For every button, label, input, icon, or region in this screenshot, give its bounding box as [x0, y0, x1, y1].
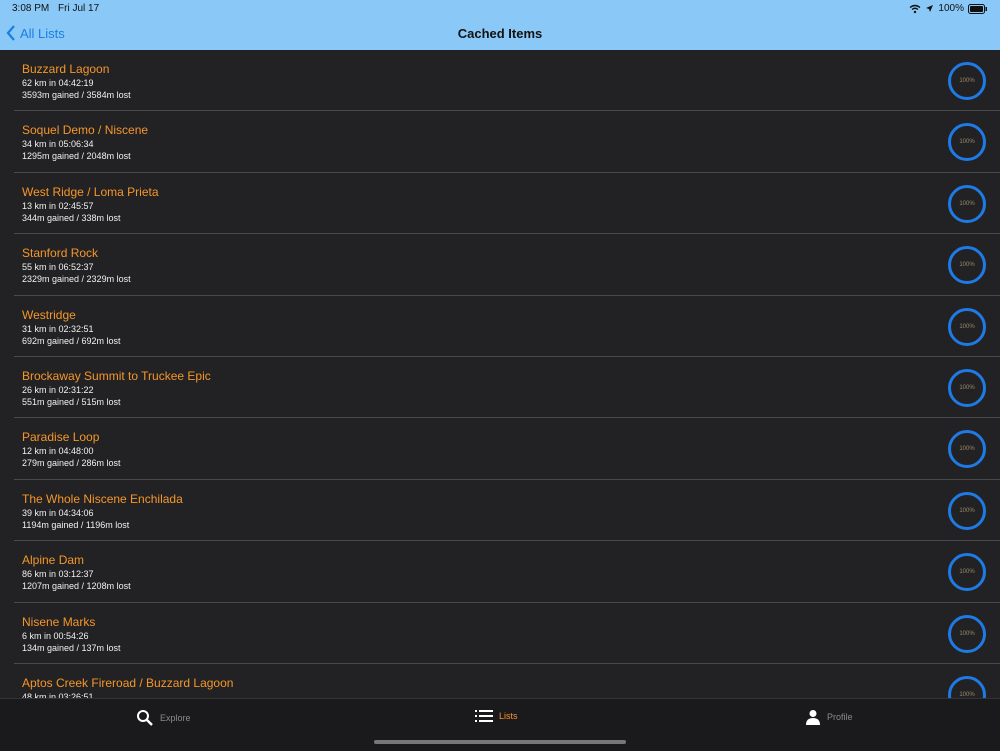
list-item[interactable]: Nisene Marks 6 km in 00:54:26 134m gained …	[14, 603, 1000, 664]
status-indicators: 100%	[909, 3, 988, 14]
download-progress-ring: 100%	[948, 675, 986, 698]
cached-items-list[interactable]: Buzzard Lagoon 62 km in 04:42:19 3593m gai…	[0, 50, 1000, 698]
list-item[interactable]: West Ridge / Loma Prieta 13 km in 02:45:5…	[14, 173, 1000, 235]
location-icon	[926, 5, 934, 12]
item-distance-time: 34 km in 05:06:34	[22, 139, 94, 150]
download-progress-ring: 100%	[948, 491, 986, 530]
item-name: Nisene Marks	[22, 614, 96, 629]
wifi-icon	[909, 4, 921, 13]
item-distance-time: 55 km in 06:52:37	[22, 262, 94, 273]
list-item[interactable]: Buzzard Lagoon 62 km in 04:42:19 3593m gai…	[14, 50, 1000, 112]
item-name: Westridge	[22, 307, 76, 322]
status-date: Fri Jul 17	[58, 3, 100, 14]
list-item[interactable]: Brockaway Summit to Truckee Epic 26 km in…	[14, 357, 1000, 419]
download-progress-ring: 100%	[948, 553, 986, 592]
item-elevation: 2329m gained / 2329m lost	[22, 274, 131, 285]
item-name: Paradise Loop	[22, 430, 100, 445]
item-elevation: 1207m gained / 1208m lost	[22, 581, 131, 592]
tab-profile-label: Profile	[827, 712, 853, 722]
download-progress-ring: 100%	[948, 307, 986, 346]
item-name: Soquel Demo / Niscene	[22, 123, 149, 138]
tab-lists-label: Lists	[499, 711, 518, 721]
download-progress-ring: 100%	[948, 184, 986, 223]
item-distance-time: 86 km in 03:12:37	[22, 569, 94, 580]
item-distance-time: 62 km in 04:42:19	[22, 78, 94, 88]
item-distance-time: 13 km in 02:45:57	[22, 200, 94, 211]
tab-profile[interactable]: Profile	[805, 709, 853, 725]
item-elevation: 3593m gained / 3584m lost	[22, 90, 131, 100]
person-icon	[806, 710, 820, 725]
list-item[interactable]: Paradise Loop 12 km in 04:48:00 279m gaine…	[14, 418, 1000, 480]
download-progress-ring: 100%	[948, 62, 986, 100]
item-distance-time: 39 km in 04:34:06	[22, 507, 94, 518]
battery-percent: 100%	[938, 3, 964, 14]
status-time: 3:08 PM	[12, 3, 50, 14]
item-name: Buzzard Lagoon	[22, 62, 110, 76]
page-title: Cached Items	[457, 26, 543, 41]
item-elevation: 279m gained / 286m lost	[22, 458, 121, 469]
search-icon	[137, 710, 153, 726]
item-distance-time: 26 km in 02:31:22	[22, 384, 94, 395]
tab-explore-label: Explore	[160, 713, 191, 723]
item-elevation: 134m gained / 137m lost	[22, 642, 121, 653]
item-distance-time: 31 km in 02:32:51	[22, 323, 94, 334]
download-progress-ring: 100%	[948, 246, 986, 285]
item-name: The Whole Niscene Enchilada	[22, 491, 183, 506]
item-name: Alpine Dam	[22, 553, 85, 568]
item-elevation: 344m gained / 338m lost	[22, 212, 121, 223]
item-elevation: 551m gained / 515m lost	[22, 396, 121, 407]
item-distance-time: 12 km in 04:48:00	[22, 446, 94, 457]
list-item[interactable]: Stanford Rock 55 km in 06:52:37 2329m gain…	[14, 234, 1000, 296]
list-item[interactable]: Alpine Dam 86 km in 03:12:37 1207m gained …	[14, 541, 1000, 603]
download-progress-ring: 100%	[948, 614, 986, 653]
item-elevation: 1295m gained / 2048m lost	[22, 151, 131, 162]
list-item[interactable]: The Whole Niscene Enchilada 39 km in 04:3…	[14, 480, 1000, 542]
tab-explore[interactable]: Explore	[136, 709, 191, 727]
tab-lists[interactable]: Lists	[475, 709, 518, 723]
list-item[interactable]: Aptos Creek Fireroad / Buzzard Lagoon 48 …	[14, 664, 1000, 698]
download-progress-ring: 100%	[948, 123, 986, 162]
list-icon	[475, 710, 493, 722]
home-indicator	[374, 740, 626, 744]
item-name: Aptos Creek Fireroad / Buzzard Lagoon	[22, 675, 234, 690]
item-distance-time: 6 km in 00:54:26	[22, 630, 89, 641]
navigation-bar: 3:08 PM Fri Jul 17 100% All Lists Cached…	[0, 0, 1000, 50]
battery-icon	[968, 3, 987, 14]
list-item[interactable]: Westridge 31 km in 02:32:51 692m gained / …	[14, 296, 1000, 357]
list-item[interactable]: Soquel Demo / Niscene 34 km in 05:06:34 12…	[14, 111, 1000, 173]
item-elevation: 1194m gained / 1196m lost	[22, 519, 130, 530]
download-progress-ring: 100%	[948, 430, 986, 469]
item-name: Stanford Rock	[22, 246, 99, 261]
download-progress-ring: 100%	[948, 368, 986, 407]
item-name: Brockaway Summit to Truckee Epic	[22, 368, 211, 383]
item-name: West Ridge / Loma Prieta	[22, 184, 159, 199]
item-elevation: 692m gained / 692m lost	[22, 335, 121, 346]
status-time-date: 3:08 PM Fri Jul 17	[12, 3, 105, 14]
